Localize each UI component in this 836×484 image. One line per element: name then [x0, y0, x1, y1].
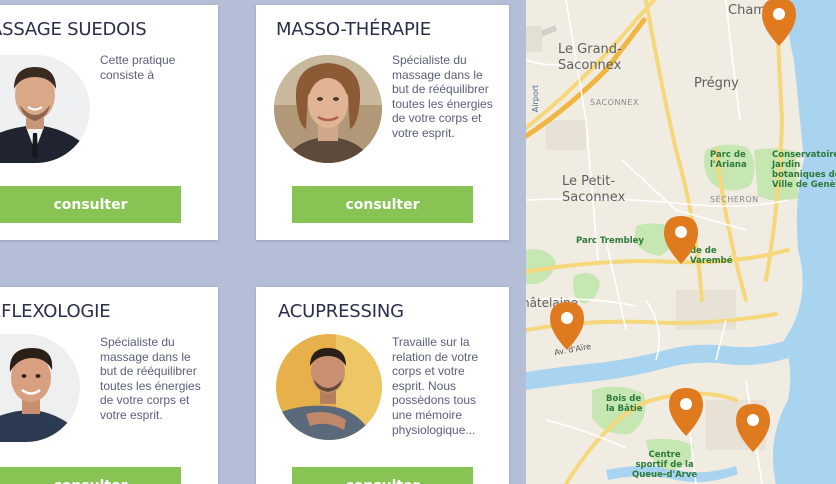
map-label-centre-sportif: Centre sportif de la Queue-d'Arve — [632, 450, 698, 480]
card-title: MASSO-THÉRAPIE — [276, 19, 431, 40]
map-label-airport: Airport — [531, 84, 541, 113]
location-pin-icon[interactable] — [550, 302, 584, 350]
consult-button[interactable]: consulter — [292, 186, 473, 223]
consult-button[interactable]: consulter — [0, 186, 181, 223]
therapist-avatar — [276, 334, 382, 440]
map-label-le-grand-saconnex: Le Grand- Saconnex — [558, 42, 622, 73]
card-description: Travaille sur la relation de votre corps… — [392, 335, 479, 437]
map-label-parc-ariana: Parc de l'Ariana — [710, 150, 747, 170]
map-label-pregny: Prégny — [694, 76, 739, 91]
service-card-reflexologie: ÉFLEXOLOGIE Spécialiste du massage dans … — [0, 287, 218, 484]
therapist-avatar — [0, 55, 90, 163]
consult-button[interactable]: consulter — [292, 467, 473, 484]
location-pin-icon[interactable] — [664, 216, 698, 264]
card-description: Spécialiste du massage dans le but de ré… — [100, 335, 201, 422]
location-map[interactable]: Le Grand- Saconnex SACONNEX Prégny Le Pe… — [526, 0, 836, 484]
map-label-parc-trembley: Parc Trembley — [576, 236, 644, 246]
service-card-massage-suedois: ASSAGE SUEDOIS Cette pratique consiste à… — [0, 5, 218, 240]
card-description: Cette pratique consiste à — [100, 53, 176, 82]
location-pin-icon[interactable] — [736, 404, 770, 452]
map-label-le-petit-saconnex: Le Petit- Saconnex — [562, 174, 626, 205]
service-card-acupressing: ACUPRESSING Travaille sur la relation de… — [256, 287, 509, 484]
map-label-saconnex: SACONNEX — [590, 98, 639, 107]
map-label-conservatoire: Conservatoire Jardin botaniques de la Vi… — [772, 150, 836, 190]
service-card-masso-therapie: MASSO-THÉRAPIE Spécialiste du massage da… — [256, 5, 509, 240]
therapist-avatar — [0, 334, 80, 442]
card-description: Spécialiste du massage dans le but de ré… — [392, 53, 493, 140]
consult-button[interactable]: consulter — [0, 467, 181, 484]
map-label-secheron: SÉCHERON — [710, 195, 759, 204]
location-pin-icon[interactable] — [762, 0, 796, 46]
card-title: ASSAGE SUEDOIS — [0, 19, 147, 40]
map-label-chambesy: Cham — [728, 3, 766, 18]
map-label-bois-batie: Bois de la Bâtie — [606, 394, 643, 414]
location-pin-icon[interactable] — [669, 388, 703, 436]
card-title: ACUPRESSING — [278, 301, 404, 322]
card-title: ÉFLEXOLOGIE — [0, 301, 111, 322]
therapist-avatar — [274, 55, 382, 163]
